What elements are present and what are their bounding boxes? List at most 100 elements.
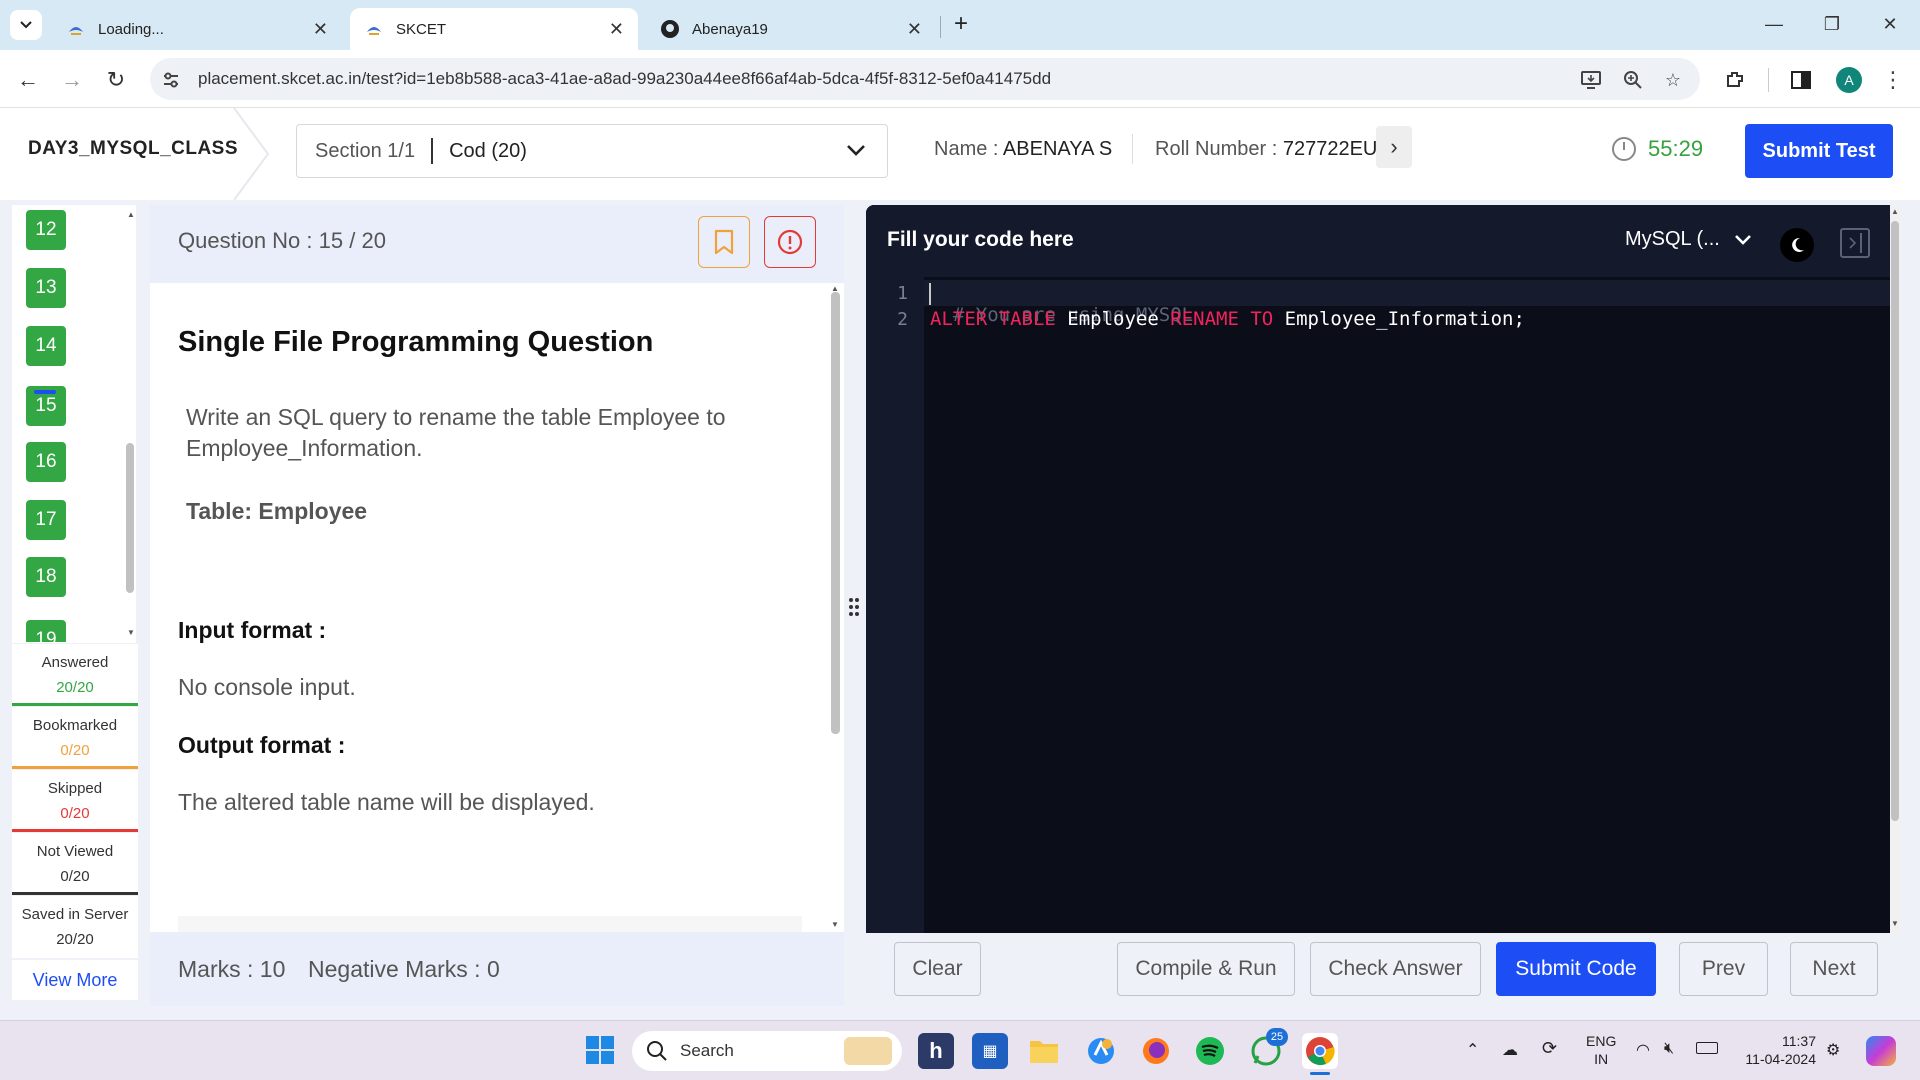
show-hidden-icons[interactable]: ⌃ [1466,1040,1479,1060]
question-number-button[interactable]: 17 [26,500,66,540]
chevron-right-icon[interactable]: › [1376,126,1412,168]
name-label: Name : [934,138,999,160]
side-panel-icon[interactable] [1788,67,1814,93]
scroll-down-icon[interactable]: ▼ [127,628,135,637]
negative-marks: Negative Marks : 0 [308,956,500,982]
volume-muted-icon[interactable]: 🔇︎ [1664,1040,1674,1058]
onedrive-icon[interactable]: ☁ [1502,1040,1518,1060]
view-more-link[interactable]: View More [12,960,138,1000]
clear-button[interactable]: Clear [894,942,981,996]
windows-start-icon[interactable] [584,1034,616,1066]
browser-tab-loading[interactable]: Loading... ✕ [52,8,342,50]
zoom-icon[interactable] [1620,67,1646,93]
minimize-icon[interactable]: — [1754,8,1794,40]
line-number: 1 [897,283,908,304]
forward-arrow-icon[interactable]: → [56,64,88,96]
url-text: placement.skcet.ac.in/test?id=1eb8b588-a… [198,69,1052,88]
question-number-button[interactable]: 13 [26,268,66,308]
stat-label: Bookmarked [32,717,118,734]
back-arrow-icon[interactable]: ← [12,64,44,96]
extensions-icon[interactable] [1722,67,1748,93]
active-app-indicator [1310,1072,1330,1075]
scroll-up-icon[interactable]: ▲ [127,210,135,219]
alert-circle-icon [777,229,803,255]
chrome-icon[interactable] [1302,1033,1338,1069]
scrollbar-thumb[interactable] [1891,221,1899,821]
current-question-button[interactable]: 15 [26,386,66,426]
drag-handle-icon[interactable] [848,596,860,618]
notifications-icon[interactable]: ⚙ [1826,1040,1840,1060]
tab-list-button[interactable] [10,10,42,40]
battery-icon[interactable] [1696,1042,1718,1054]
scrollbar-thumb[interactable] [126,443,134,593]
bookmark-icon [714,229,734,255]
compile-run-button[interactable]: Compile & Run [1117,942,1295,996]
question-table-label: Table: Employee [186,498,368,524]
test-name: DAY3_MYSQL_CLASS [28,138,239,159]
close-tab-icon[interactable]: ✕ [907,19,922,40]
close-tab-icon[interactable]: ✕ [313,19,328,40]
roll-number: Roll Number : 727722EU [1155,138,1377,161]
submit-test-button[interactable]: Submit Test [1745,124,1893,178]
language-dropdown[interactable]: MySQL (... [1625,228,1754,251]
question-description: Write an SQL query to rename the table E… [186,404,726,461]
h-app-icon[interactable]: h [918,1033,954,1069]
file-explorer-icon[interactable] [1026,1033,1062,1069]
new-tab-button[interactable]: + [950,8,972,40]
spotify-icon[interactable] [1192,1033,1228,1069]
copilot-tray-icon[interactable] [1866,1036,1896,1066]
restore-icon[interactable]: ❐ [1812,8,1852,40]
stat-value: 20/20 [56,931,94,948]
wifi-icon[interactable]: ◠ [1636,1040,1650,1060]
copilot-icon[interactable] [1083,1033,1119,1069]
github-icon [660,19,680,39]
bookmark-star-icon[interactable]: ☆ [1660,67,1686,93]
browser-menu-icon[interactable]: ⋮ [1880,67,1906,93]
question-number: Question No : 15 / 20 [178,228,386,254]
store-icon[interactable]: ▦ [972,1033,1008,1069]
next-button[interactable]: Next [1790,942,1878,996]
close-tab-icon[interactable]: ✕ [609,19,624,40]
stat-not-viewed: Not Viewed 0/20 [12,833,138,895]
install-app-icon[interactable] [1578,67,1604,93]
question-number-button[interactable]: 19 [26,620,66,642]
skcet-favicon [364,19,384,39]
scroll-up-icon[interactable]: ▲ [1891,207,1899,216]
submit-code-button[interactable]: Submit Code [1496,942,1656,996]
scroll-down-icon[interactable]: ▼ [1891,919,1899,928]
section-dropdown[interactable]: Section 1/1 Cod (20) [296,124,888,178]
taskbar-search[interactable]: Search [632,1031,902,1071]
bookmark-button[interactable] [698,216,750,268]
sync-icon[interactable]: ⟳ [1542,1038,1557,1059]
question-number-button[interactable]: 16 [26,442,66,482]
language-indicator[interactable]: ENG IN [1586,1032,1616,1068]
collapse-panel-icon[interactable] [1840,228,1870,258]
close-window-icon[interactable]: ✕ [1870,8,1910,40]
input-format-label: Input format : [178,617,327,643]
question-number-button[interactable]: 12 [26,210,66,250]
theme-toggle[interactable] [1780,228,1814,262]
windows-taskbar [0,1020,1920,1080]
stat-value: 0/20 [60,868,90,885]
question-panel [150,205,844,1005]
question-number-button[interactable]: 18 [26,557,66,597]
site-settings-icon[interactable] [158,67,184,93]
browser-tab-skcet[interactable]: SKCET ✕ [350,8,638,50]
prev-button[interactable]: Prev [1679,942,1768,996]
stat-label: Skipped [47,780,103,797]
question-number-button[interactable]: 14 [26,326,66,366]
clock-date: 11-04-2024 [1745,1051,1816,1067]
moon-icon [1792,237,1804,252]
report-button[interactable] [764,216,816,268]
scroll-down-icon[interactable]: ▼ [831,920,839,929]
reload-icon[interactable]: ↻ [100,64,132,96]
header-divider [1132,134,1133,164]
check-answer-button[interactable]: Check Answer [1310,942,1481,996]
clock[interactable]: 11:37 11-04-2024 [1736,1032,1816,1068]
browser-tab-github[interactable]: Abenaya19 ✕ [646,8,936,50]
url-field[interactable]: placement.skcet.ac.in/test?id=1eb8b588-a… [150,58,1700,100]
profile-avatar[interactable]: A [1836,67,1862,93]
scrollbar-thumb[interactable] [831,292,840,734]
editor-scrollbar[interactable]: ▲ ▼ [1890,205,1900,933]
firefox-icon[interactable] [1138,1033,1174,1069]
